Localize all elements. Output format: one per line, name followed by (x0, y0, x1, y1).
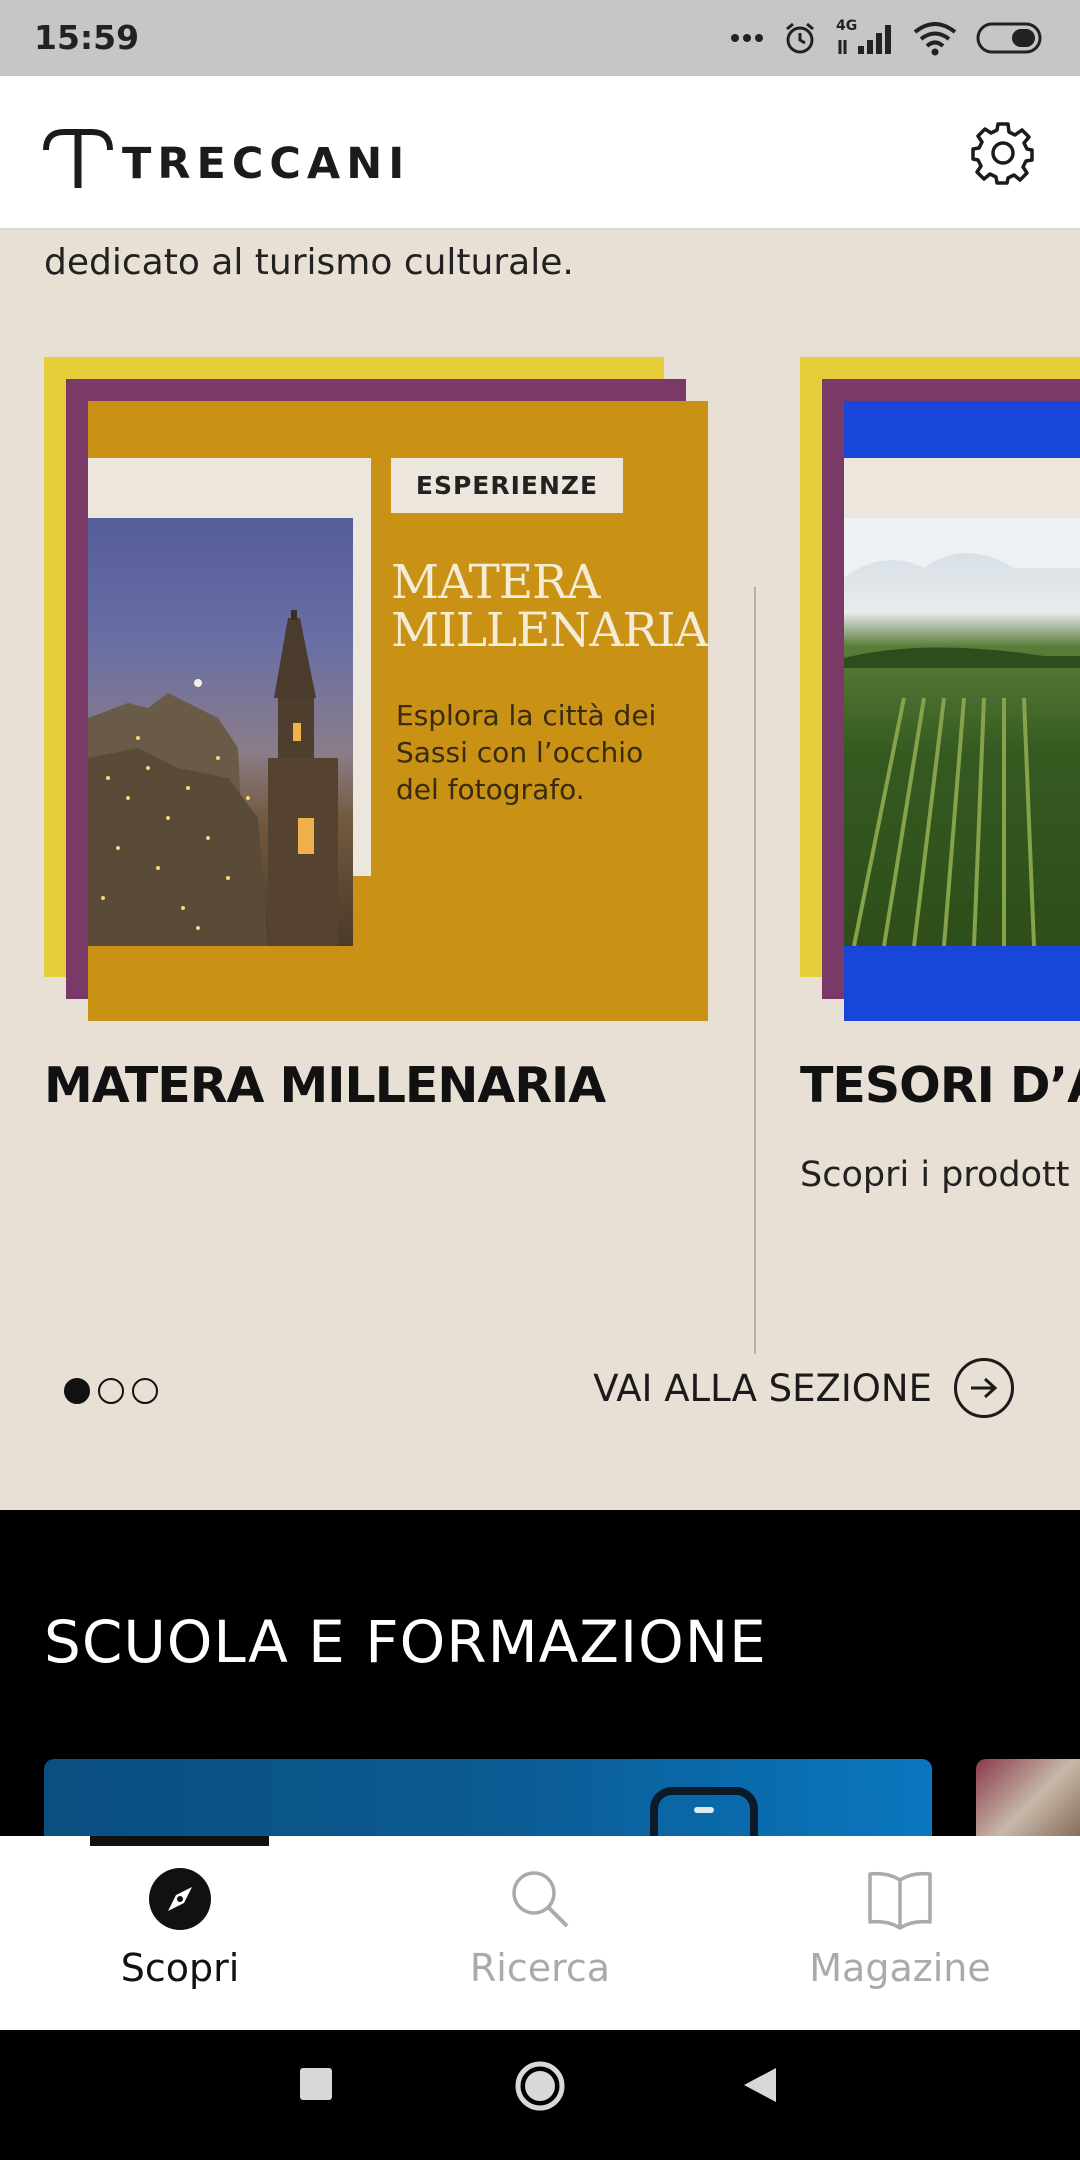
nav-label: Magazine (809, 1946, 991, 1990)
battery-icon (976, 22, 1042, 54)
back-triangle-icon[interactable] (742, 2066, 778, 2104)
compass-icon (149, 1868, 211, 1930)
signal-icon: 4G (836, 18, 894, 56)
section-title: SCUOLA E FORMAZIONE (44, 1608, 767, 1676)
status-time: 15:59 (34, 18, 140, 57)
treccani-logo[interactable]: TRECCANI (42, 120, 410, 190)
carousel-pagination[interactable] (64, 1378, 158, 1404)
app-header: TRECCANI (0, 76, 1080, 230)
pagination-dot[interactable] (132, 1378, 158, 1404)
wifi-icon (913, 22, 957, 56)
nav-label: Scopri (120, 1946, 240, 1990)
card-title[interactable]: TESORI D’A (800, 1057, 1080, 1114)
nav-active-indicator (90, 1836, 269, 1846)
arrow-right-icon (954, 1358, 1014, 1418)
alarm-icon (786, 22, 814, 54)
poster-strip (844, 458, 1080, 518)
more-dots-icon (731, 34, 763, 42)
treccani-mark-icon (43, 129, 113, 188)
pagination-dot[interactable] (98, 1378, 124, 1404)
category-badge: ESPERIENZE (391, 458, 623, 513)
book-icon (868, 1871, 932, 1930)
status-bar: 15:59 4G (0, 0, 1080, 76)
recents-square-icon[interactable] (298, 2066, 334, 2102)
nav-label: Ricerca (469, 1946, 611, 1990)
search-icon (512, 1871, 569, 1928)
poster-description: Esplora la città dei Sassi con l’occhio … (396, 699, 657, 806)
nav-item-ricerca[interactable]: Ricerca (390, 1866, 690, 2006)
culture-section: dedicato al turismo culturale. ESPERIENZ… (0, 230, 1080, 1510)
view-section-label: VAI ALLA SEZIONE (593, 1366, 932, 1410)
bottom-navigation: Scopri Ricerca Magazine (0, 1836, 1080, 2030)
section-intro-text: dedicato al turismo culturale. (44, 242, 574, 283)
nav-item-scopri[interactable]: Scopri (30, 1866, 330, 2006)
view-section-link[interactable]: VAI ALLA SEZIONE (593, 1358, 1014, 1418)
home-circle-icon[interactable] (514, 2060, 566, 2112)
carousel-divider (754, 587, 756, 1354)
system-navigation-bar (0, 2030, 1080, 2160)
card-text: Scopri i prodott un menu stella (800, 1155, 1080, 1195)
school-card-image[interactable] (44, 1759, 932, 1836)
gear-icon[interactable] (970, 120, 1036, 186)
matera-photo (88, 518, 353, 946)
content-scroll[interactable]: dedicato al turismo culturale. ESPERIENZ… (0, 230, 1080, 1836)
school-section: SCUOLA E FORMAZIONE (0, 1510, 1080, 1836)
poster-image (844, 401, 1080, 1021)
vineyard-photo (844, 518, 1080, 946)
nav-item-magazine[interactable]: Magazine (750, 1866, 1050, 2006)
card-title[interactable]: MATERA MILLENARIA (44, 1057, 606, 1114)
pagination-dot-active[interactable] (64, 1378, 90, 1404)
status-icons: 4G (730, 16, 1046, 60)
poster-title: MATERA MILLENARIA (391, 555, 708, 658)
logo-text: TRECCANI (122, 139, 411, 189)
school-card-image[interactable] (976, 1759, 1080, 1836)
poster-image: ESPERIENZE MATERA MILLENARIA Esplora la … (88, 401, 708, 1021)
